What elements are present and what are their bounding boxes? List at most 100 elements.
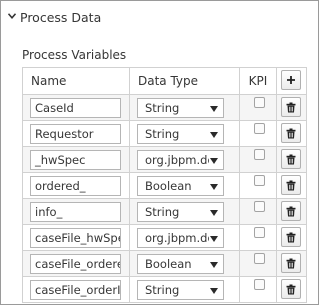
data-type-value: Boolean <box>145 256 192 271</box>
data-type-cell: String <box>129 120 240 147</box>
actions-cell <box>276 224 307 251</box>
data-type-select[interactable]: org.jbpm.doc <box>137 227 224 248</box>
chevron-down-icon[interactable] <box>8 13 16 19</box>
actions-cell <box>276 198 307 225</box>
actions-cell <box>276 146 307 173</box>
kpi-checkbox[interactable] <box>254 279 265 290</box>
kpi-cell <box>239 276 277 303</box>
kpi-cell <box>239 250 277 277</box>
data-type-select[interactable]: Boolean <box>137 253 224 274</box>
actions-cell <box>276 250 307 277</box>
kpi-checkbox[interactable] <box>254 227 265 238</box>
kpi-checkbox[interactable] <box>254 253 265 264</box>
delete-variable-button[interactable] <box>281 227 301 247</box>
trash-icon <box>286 284 296 294</box>
process-data-section-header[interactable]: Process Data <box>1 1 318 31</box>
data-type-cell: String <box>129 198 240 225</box>
name-cell: caseFile_hwSpec <box>22 224 130 251</box>
trash-icon <box>286 128 296 138</box>
data-type-cell: Boolean <box>129 250 240 277</box>
variable-name-input[interactable]: caseFile_orderInf <box>30 279 121 300</box>
dropdown-caret-icon <box>210 235 218 242</box>
actions-cell <box>276 276 307 303</box>
data-type-cell: org.jbpm.doc <box>129 146 240 173</box>
variable-name-input[interactable]: info_ <box>30 201 121 222</box>
section-title: Process Data <box>20 10 102 25</box>
kpi-cell <box>239 198 277 225</box>
table-row: caseFile_orderInf String <box>22 276 307 303</box>
column-header-name: Name <box>22 67 130 95</box>
actions-cell <box>276 94 307 121</box>
kpi-checkbox[interactable] <box>254 149 265 160</box>
data-type-value: String <box>145 282 180 297</box>
kpi-checkbox[interactable] <box>254 123 265 134</box>
delete-variable-button[interactable] <box>281 175 301 195</box>
data-type-value: String <box>145 100 180 115</box>
column-header-actions <box>276 67 307 95</box>
name-cell: caseFile_ordered <box>22 250 130 277</box>
table-row: _hwSpec org.jbpm.doc <box>22 146 307 173</box>
trash-icon <box>286 232 296 242</box>
process-data-panel: Process Data Process Variables Name Data… <box>0 0 319 305</box>
delete-variable-button[interactable] <box>281 149 301 169</box>
actions-cell <box>276 172 307 199</box>
name-cell: Requestor <box>22 120 130 147</box>
table-header-row: Name Data Type KPI <box>22 67 307 95</box>
delete-variable-button[interactable] <box>281 253 301 273</box>
variable-name-input[interactable]: caseFile_ordered <box>30 253 121 274</box>
dropdown-caret-icon <box>210 157 218 164</box>
data-type-cell: Boolean <box>129 172 240 199</box>
data-type-value: org.jbpm.doc <box>145 152 209 167</box>
name-cell: CaseId <box>22 94 130 121</box>
table-row: caseFile_hwSpec org.jbpm.doc <box>22 224 307 251</box>
dropdown-caret-icon <box>210 183 218 190</box>
data-type-select[interactable]: org.jbpm.doc <box>137 149 224 170</box>
process-variables-title: Process Variables <box>22 48 127 62</box>
variable-name-input[interactable]: CaseId <box>30 97 121 118</box>
data-type-select[interactable]: String <box>137 123 224 144</box>
delete-variable-button[interactable] <box>281 279 301 299</box>
dropdown-caret-icon <box>210 105 218 112</box>
delete-variable-button[interactable] <box>281 201 301 221</box>
name-cell: _hwSpec <box>22 146 130 173</box>
add-variable-button[interactable] <box>281 70 301 90</box>
trash-icon <box>286 102 296 112</box>
name-cell: info_ <box>22 198 130 225</box>
trash-icon <box>286 154 296 164</box>
variable-name-input[interactable]: _hwSpec <box>30 149 121 170</box>
data-type-value: Boolean <box>145 178 192 193</box>
kpi-cell <box>239 94 277 121</box>
data-type-cell: org.jbpm.doc <box>129 224 240 251</box>
dropdown-caret-icon <box>210 209 218 216</box>
data-type-select[interactable]: String <box>137 279 224 300</box>
actions-cell <box>276 120 307 147</box>
delete-variable-button[interactable] <box>281 123 301 143</box>
plus-icon <box>287 76 295 84</box>
data-type-select[interactable]: Boolean <box>137 175 224 196</box>
dropdown-caret-icon <box>210 287 218 294</box>
variable-name-input[interactable]: Requestor <box>30 123 121 144</box>
data-type-select[interactable]: String <box>137 201 224 222</box>
data-type-cell: String <box>129 276 240 303</box>
kpi-cell <box>239 120 277 147</box>
variable-name-input[interactable]: ordered_ <box>30 175 121 196</box>
variable-name-input[interactable]: caseFile_hwSpec <box>30 227 121 248</box>
table-row: caseFile_ordered Boolean <box>22 250 307 277</box>
table-row: ordered_ Boolean <box>22 172 307 199</box>
kpi-cell <box>239 146 277 173</box>
delete-variable-button[interactable] <box>281 97 301 117</box>
name-cell: ordered_ <box>22 172 130 199</box>
data-type-value: String <box>145 204 180 219</box>
kpi-cell <box>239 172 277 199</box>
kpi-checkbox[interactable] <box>254 97 265 108</box>
kpi-checkbox[interactable] <box>254 201 265 212</box>
data-type-cell: String <box>129 94 240 121</box>
table-row: info_ String <box>22 198 307 225</box>
dropdown-caret-icon <box>210 261 218 268</box>
table-row: Requestor String <box>22 120 307 147</box>
name-cell: caseFile_orderInf <box>22 276 130 303</box>
kpi-checkbox[interactable] <box>254 175 265 186</box>
data-type-select[interactable]: String <box>137 97 224 118</box>
table-row: CaseId String <box>22 94 307 121</box>
column-header-kpi: KPI <box>239 67 277 95</box>
